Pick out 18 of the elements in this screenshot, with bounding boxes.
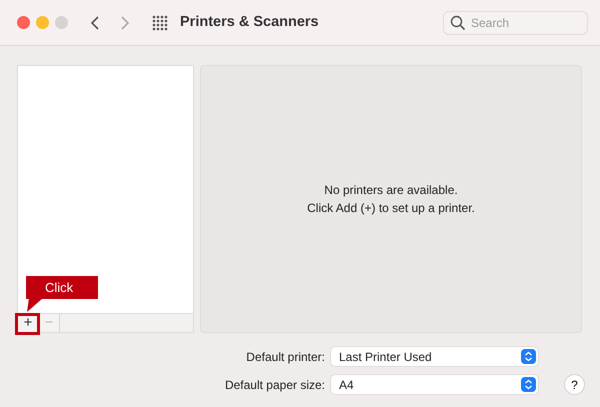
message-text: No printers are available. [323, 182, 459, 199]
dropdown[interactable]: Last Printer Used [331, 347, 538, 366]
grid-icon[interactable] [152, 14, 168, 30]
highlight-frame [15, 313, 40, 335]
stepper-icon [521, 377, 536, 392]
chevron-right-icon [121, 16, 129, 30]
callout-tail [27, 298, 43, 312]
message-text: Click Add (+) to set up a printer. [306, 200, 476, 217]
setting-label: Default paper size: [224, 376, 325, 394]
minimize-button[interactable] [36, 16, 49, 29]
help-button[interactable]: ? [564, 374, 585, 395]
close-button[interactable] [17, 16, 30, 29]
stepper-icon [521, 349, 536, 364]
setting-label: Default printer: [245, 348, 325, 366]
search-field[interactable]: Search [443, 10, 588, 34]
dropdown[interactable]: A4 [331, 375, 538, 394]
chevron-left-icon [91, 16, 99, 30]
window-title: Printers & Scanners [180, 12, 319, 32]
